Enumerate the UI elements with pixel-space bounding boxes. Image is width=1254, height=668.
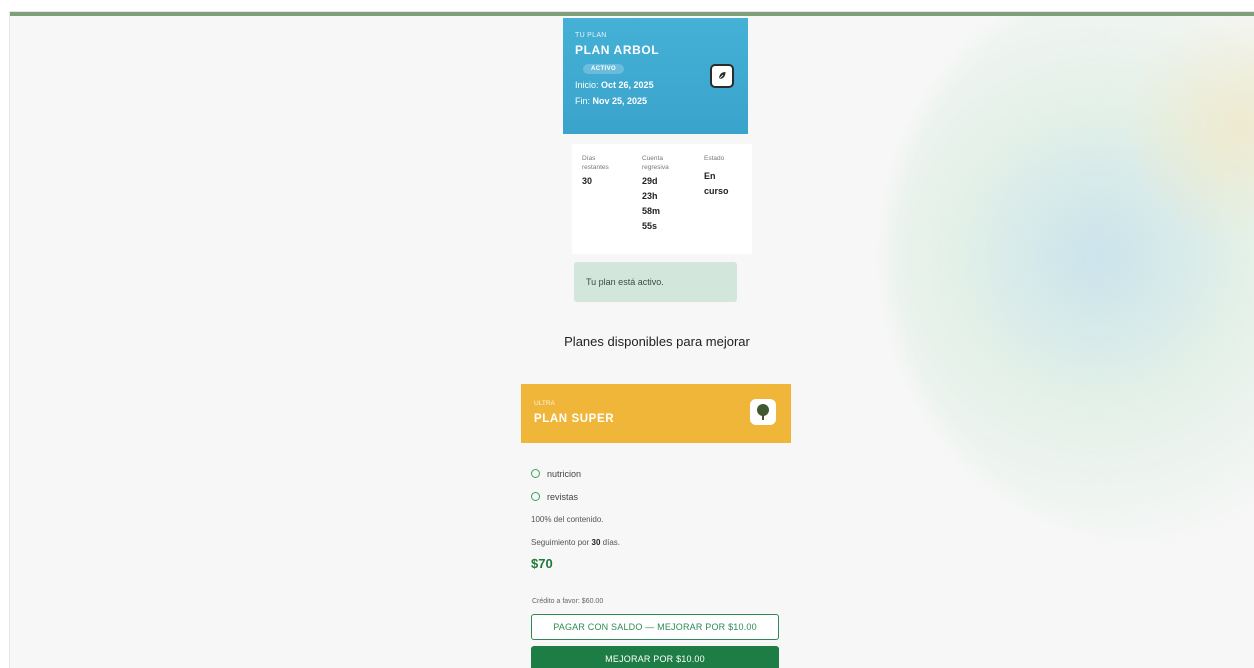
tracking-info: Seguimiento por 30 días. [531,538,620,547]
countdown-hours: 23h [642,191,658,201]
content-info: 100% del contenido. [531,515,604,524]
status-value-line1: En [704,171,716,181]
upgrade-button[interactable]: MEJORAR POR $10.00 [531,646,779,668]
upgrade-plan-name: PLAN SUPER [534,413,615,425]
feature-item: nutricion [531,462,791,485]
page: TU PLAN PLAN ARBOL ACTIVO Inicio: Oct 26… [10,12,1254,668]
status-label: Estado [704,155,725,162]
section-title: Planes disponibles para mejorar [564,334,750,349]
check-circle-icon [531,469,540,478]
status-stat: Estado En curso [704,154,744,199]
plan-active-alert: Tu plan está activo. [574,262,737,302]
feature-label: revistas [547,491,579,502]
days-remaining-value: 30 [582,176,593,186]
current-plan-name: PLAN ARBOL [575,43,660,57]
current-plan-card: TU PLAN PLAN ARBOL ACTIVO Inicio: Oct 26… [563,18,748,134]
countdown-seconds: 55s [642,221,658,231]
current-plan-eyebrow: TU PLAN [575,32,607,39]
tree-icon [750,399,776,425]
pay-with-balance-button[interactable]: PAGAR CON SALDO — MEJORAR POR $10.00 [531,614,779,640]
tracking-suffix: días. [602,538,620,547]
status-badge: ACTIVO [583,64,625,74]
feature-item: revistas [531,485,791,508]
upgrade-price: $70 [531,556,553,571]
feature-list: nutricion revistas [531,462,791,508]
end-date: Nov 25, 2025 [592,96,648,106]
status-value-line2: curso [704,186,729,196]
upgrade-plan-card: ULTRA PLAN SUPER [521,384,791,443]
countdown-minutes: 58m [642,206,661,216]
upgrade-plan-eyebrow: ULTRA [534,400,555,407]
leaf-icon [710,64,734,88]
end-label: Fin: [575,96,591,106]
countdown-label: Cuenta regresiva [642,155,669,171]
start-label: Inicio: [575,80,599,90]
tracking-days: 30 [591,538,601,547]
end-date-line: Fin: Nov 25, 2025 [575,96,736,106]
tracking-prefix: Seguimiento por [531,538,590,547]
countdown-days: 29d [642,176,658,186]
credit-balance: Crédito a favor: $60.00 [532,598,604,605]
days-remaining-stat: Días restantes 30 [582,154,622,189]
feature-label: nutricion [547,468,582,479]
days-remaining-label: Días restantes [582,155,609,171]
plan-stats: Días restantes 30 Cuenta regresiva 29d 2… [572,144,752,254]
start-date: Oct 26, 2025 [601,80,654,90]
countdown-stat: Cuenta regresiva 29d 23h 58m 55s [642,154,682,234]
check-circle-icon [531,492,540,501]
